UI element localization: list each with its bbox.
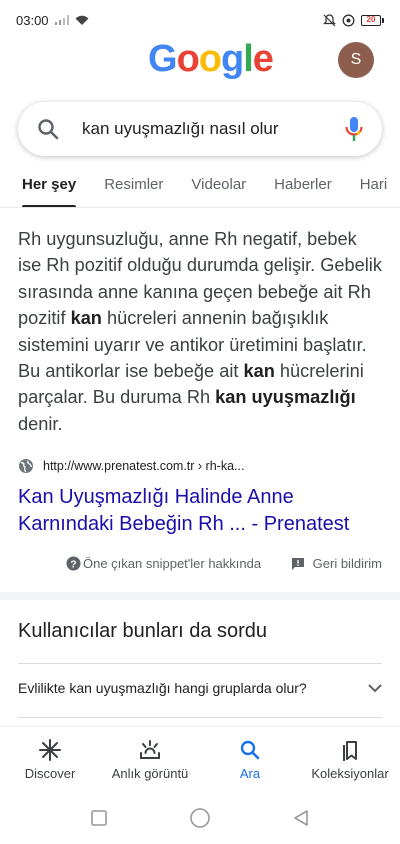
nav-snapshot[interactable]: Anlık görüntü <box>100 727 200 791</box>
feedback-link[interactable]: Geri bildirim <box>291 556 382 571</box>
snapshot-icon <box>140 739 160 759</box>
mute-icon <box>323 13 336 26</box>
search-box[interactable]: kan uyuşmazlığı nasıl olur <box>18 102 382 156</box>
search-icon <box>240 740 260 759</box>
about-snippets-link[interactable]: ? Öne çıkan snippet'ler hakkında <box>66 556 261 571</box>
search-input[interactable]: kan uyuşmazlığı nasıl olur <box>82 119 344 139</box>
paa-divider <box>18 717 382 718</box>
system-navigation-bar <box>0 791 400 844</box>
nav-collections[interactable]: Koleksiyonlar <box>300 727 400 791</box>
chevron-down-icon <box>368 683 382 692</box>
battery-icon: 20 <box>361 14 384 26</box>
search-tabs: Her şey Resimler Videolar Haberler Hari <box>0 162 400 208</box>
help-icon: ? <box>66 556 81 571</box>
asterisk-icon <box>39 738 61 761</box>
nav-search[interactable]: Ara <box>200 727 300 791</box>
snippet-footer: ? Öne çıkan snippet'ler hakkında Geri bi… <box>0 556 400 580</box>
result-url: http://www.prenatest.com.tr › rh-ka... <box>43 459 245 473</box>
globe-icon <box>19 459 33 473</box>
bottom-navigation: Discover Anlık görüntü Ara Koleksiyonlar <box>0 727 400 791</box>
search-icon <box>38 119 59 140</box>
feedback-icon <box>291 557 304 570</box>
back-icon[interactable] <box>292 809 310 827</box>
signal-icon <box>54 15 69 25</box>
paa-question[interactable]: Evlilikte kan uyuşmazlığı hangi gruplard… <box>18 680 382 696</box>
header: Google S <box>0 38 400 86</box>
recent-apps-icon[interactable] <box>90 809 108 827</box>
result-source[interactable]: http://www.prenatest.com.tr › rh-ka... <box>18 458 244 474</box>
featured-snippet-text: Rh uygunsuzluğu, anne Rh negatif, bebek … <box>18 229 382 434</box>
result-title-link[interactable]: Kan Uyuşmazlığı Halinde Anne Karnındaki … <box>18 484 386 538</box>
tab-videos[interactable]: Videolar <box>191 162 246 207</box>
tab-news[interactable]: Haberler <box>274 162 332 207</box>
status-time: 03:00 <box>16 12 49 28</box>
microphone-icon[interactable] <box>344 116 364 142</box>
nav-discover[interactable]: Discover <box>0 727 100 791</box>
tab-maps[interactable]: Hari <box>360 162 388 207</box>
google-logo[interactable]: Google <box>148 38 274 81</box>
paa-divider <box>18 663 382 664</box>
svg-text:?: ? <box>70 558 76 570</box>
collections-icon <box>343 740 357 761</box>
avatar[interactable]: S <box>338 42 374 78</box>
tab-all[interactable]: Her şey <box>22 162 77 207</box>
status-bar: 03:00 20 <box>0 0 400 40</box>
home-icon[interactable] <box>189 807 211 829</box>
alarm-icon <box>342 14 355 26</box>
wifi-icon <box>75 15 89 25</box>
people-also-ask-title: Kullanıcılar bunları da sordu <box>18 620 268 642</box>
section-divider <box>0 592 400 600</box>
tab-images[interactable]: Resimler <box>104 162 163 207</box>
